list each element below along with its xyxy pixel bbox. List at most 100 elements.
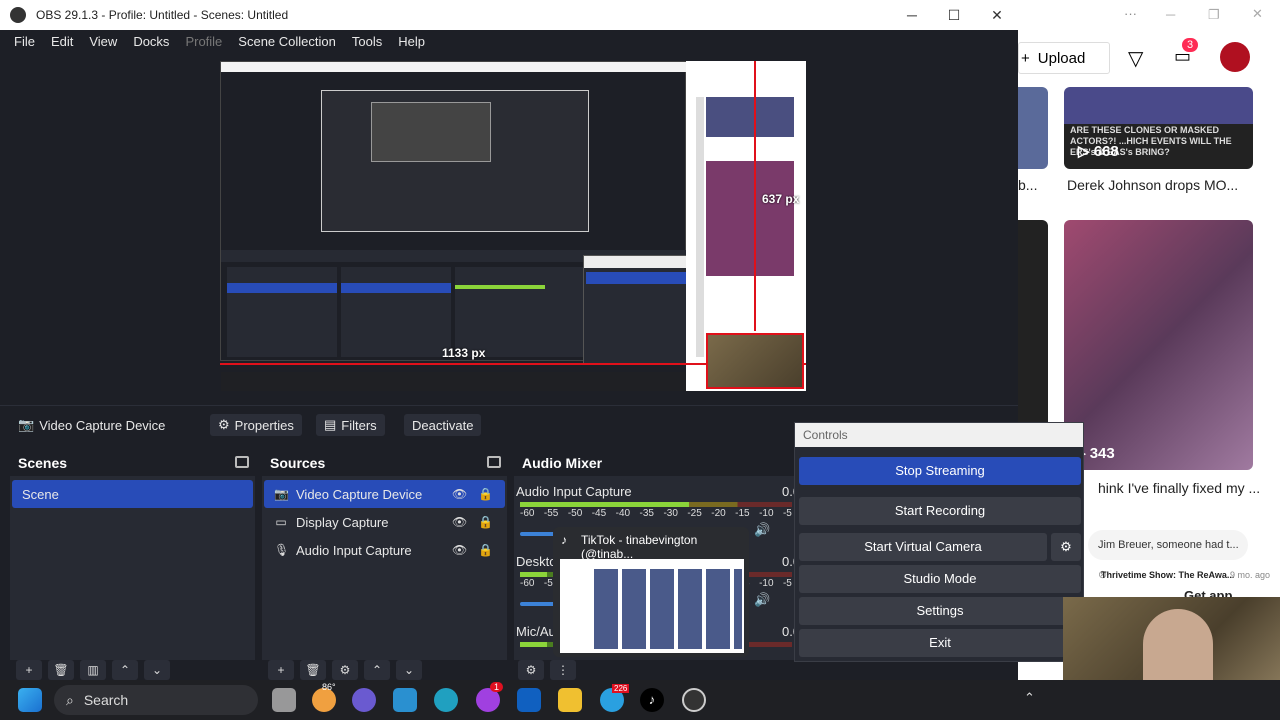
lock-icon[interactable]: 🔒 [478, 487, 493, 501]
teams-icon[interactable] [352, 688, 376, 712]
close-button[interactable]: ✕ [1252, 6, 1263, 22]
monitor-icon: ▭ [275, 515, 287, 529]
meter-ticks: -60 -55 -50 -45 -40 -35 -30 -25 -20 -15 -10 -5 [520, 508, 792, 519]
menu-tools[interactable]: Tools [344, 34, 390, 49]
start-virtual-camera-button[interactable]: Start Virtual Camera [799, 533, 1047, 561]
video-thumbnail[interactable]: ARE THESE CLONES OR MASKED ACTORS?! ...H… [1064, 87, 1253, 169]
tick-label: -15 [735, 508, 750, 519]
visibility-eye-icon[interactable]: 👁 [452, 543, 467, 557]
obs-taskbar-icon[interactable] [682, 688, 706, 712]
studio-mode-button[interactable]: Studio Mode [799, 565, 1081, 593]
filters-button[interactable]: ▤ Filters [316, 414, 385, 436]
selected-webcam-source[interactable] [706, 333, 804, 389]
send-icon[interactable]: ▽ [1128, 46, 1143, 71]
tiktok-icon: ♪ [561, 533, 567, 547]
remove-source-button[interactable]: 🗑 [300, 660, 326, 680]
video-title[interactable]: Derek Johnson drops MO... [1067, 177, 1238, 193]
stop-streaming-button[interactable]: Stop Streaming [799, 457, 1081, 485]
source-item[interactable]: ▭ Display Capture 👁 🔒 [264, 508, 505, 536]
view-count: ▷ 668 [1078, 143, 1119, 160]
camera-icon: 📷 [274, 487, 289, 501]
tick-label: -60 [520, 578, 535, 589]
lock-icon[interactable]: 🔒 [478, 543, 493, 557]
visibility-eye-icon[interactable]: 👁 [452, 515, 467, 529]
notification-badge: 3 [1182, 38, 1199, 52]
menu-scene-collection[interactable]: Scene Collection [230, 34, 344, 49]
scene-item[interactable]: Scene [12, 480, 253, 508]
visibility-eye-icon[interactable]: 👁 [452, 487, 467, 501]
mixer-menu-button[interactable]: ⋮ [550, 660, 576, 680]
taskbar-search[interactable]: ⌕ Search [54, 685, 258, 715]
tick-label: -10 [759, 578, 774, 589]
speaker-icon[interactable]: 🔊 [754, 592, 770, 608]
video-thumbnail[interactable] [1018, 87, 1048, 169]
tick-label: -5 [782, 578, 792, 589]
restore-button[interactable]: ❐ [1208, 7, 1220, 23]
webcam-overlay [1063, 597, 1280, 690]
avatar[interactable] [1220, 42, 1250, 72]
menu-file[interactable]: File [0, 34, 43, 49]
source-item[interactable]: 📷 Video Capture Device 👁 🔒 [264, 480, 505, 508]
more-button[interactable]: ··· [1124, 6, 1137, 21]
maximize-button[interactable]: ☐ [932, 0, 976, 30]
add-scene-button[interactable]: + [16, 660, 42, 680]
video-thumbnail[interactable]: ▷ 343 [1064, 220, 1253, 470]
settings-button[interactable]: Settings [799, 597, 1081, 625]
tick-label: -30 [663, 508, 678, 519]
tick-label: -5 [782, 508, 792, 519]
advanced-audio-button[interactable]: ⚙ [518, 660, 544, 680]
close-button[interactable]: ✕ [975, 0, 1019, 30]
menu-help[interactable]: Help [390, 34, 433, 49]
source-item[interactable]: 🎙 Audio Input Capture 👁 🔒 [264, 536, 505, 564]
move-up-button[interactable]: ⌃ [112, 660, 138, 680]
video-title[interactable]: hink I've finally fixed my ... [1098, 480, 1260, 496]
scene-filters-button[interactable]: ▥ [80, 660, 106, 680]
outlook-icon[interactable] [517, 688, 541, 712]
speaker-icon[interactable]: 🔊 [754, 522, 770, 538]
remove-scene-button[interactable]: 🗑 [48, 660, 74, 680]
obs-logo-icon [10, 7, 26, 23]
menu-profile[interactable]: Profile [177, 34, 230, 49]
properties-button[interactable]: ⚙ Properties [210, 414, 302, 436]
height-measure: 637 px [762, 192, 800, 206]
tiktok-taskbar-icon[interactable]: ♪ [640, 688, 664, 712]
controls-title: Controls [795, 423, 1083, 447]
start-recording-button[interactable]: Start Recording [799, 497, 1081, 525]
add-source-button[interactable]: + [268, 660, 294, 680]
deactivate-button[interactable]: Deactivate [404, 414, 482, 436]
move-down-button[interactable]: ⌄ [396, 660, 422, 680]
tick-label: -50 [567, 508, 583, 519]
undock-icon[interactable] [487, 456, 501, 468]
comment-chip[interactable]: Jim Breuer, someone had t... ⊗ [1088, 530, 1248, 581]
minimize-button[interactable]: ─ [1166, 7, 1175, 22]
move-up-button[interactable]: ⌃ [364, 660, 390, 680]
exit-button[interactable]: Exit [799, 629, 1081, 657]
tick-label: -55 [543, 508, 559, 519]
gear-icon: ⚙ [218, 417, 230, 432]
edge-icon[interactable] [434, 688, 458, 712]
selected-source-label: 📷 Video Capture Device [18, 417, 166, 433]
menu-view[interactable]: View [81, 34, 125, 49]
menu-docks[interactable]: Docks [125, 34, 177, 49]
preview-canvas[interactable]: 1133 px 637 px [220, 61, 806, 391]
undock-icon[interactable] [235, 456, 249, 468]
virtual-camera-settings-gear-icon[interactable]: ⚙ [1051, 533, 1081, 561]
sources-dock: Sources 📷 Video Capture Device 👁 🔒 ▭ Display… [262, 450, 507, 660]
tick-label: -20 [711, 508, 726, 519]
audio-mixer-title: Audio Mixer [522, 455, 603, 471]
volume-meter [520, 502, 792, 507]
file-explorer-icon[interactable] [558, 688, 582, 712]
scenes-dock: Scenes Scene [10, 450, 255, 660]
task-view-icon[interactable] [272, 688, 296, 712]
store-icon[interactable] [393, 688, 417, 712]
source-properties-button[interactable]: ⚙ [332, 660, 358, 680]
chevron-up-icon[interactable]: ⌃ [1024, 690, 1035, 706]
lock-icon[interactable]: 🔒 [478, 515, 493, 529]
minimize-button[interactable]: ─ [890, 0, 934, 30]
tick-label: -10 [759, 508, 774, 519]
taskbar-thumbnail-preview[interactable]: ♪ TikTok - tinabevington (@tinab... [553, 527, 749, 657]
upload-button[interactable]: + Upload [1018, 42, 1110, 74]
move-down-button[interactable]: ⌄ [144, 660, 170, 680]
windows-start-icon[interactable] [18, 688, 42, 712]
menu-edit[interactable]: Edit [43, 34, 81, 49]
